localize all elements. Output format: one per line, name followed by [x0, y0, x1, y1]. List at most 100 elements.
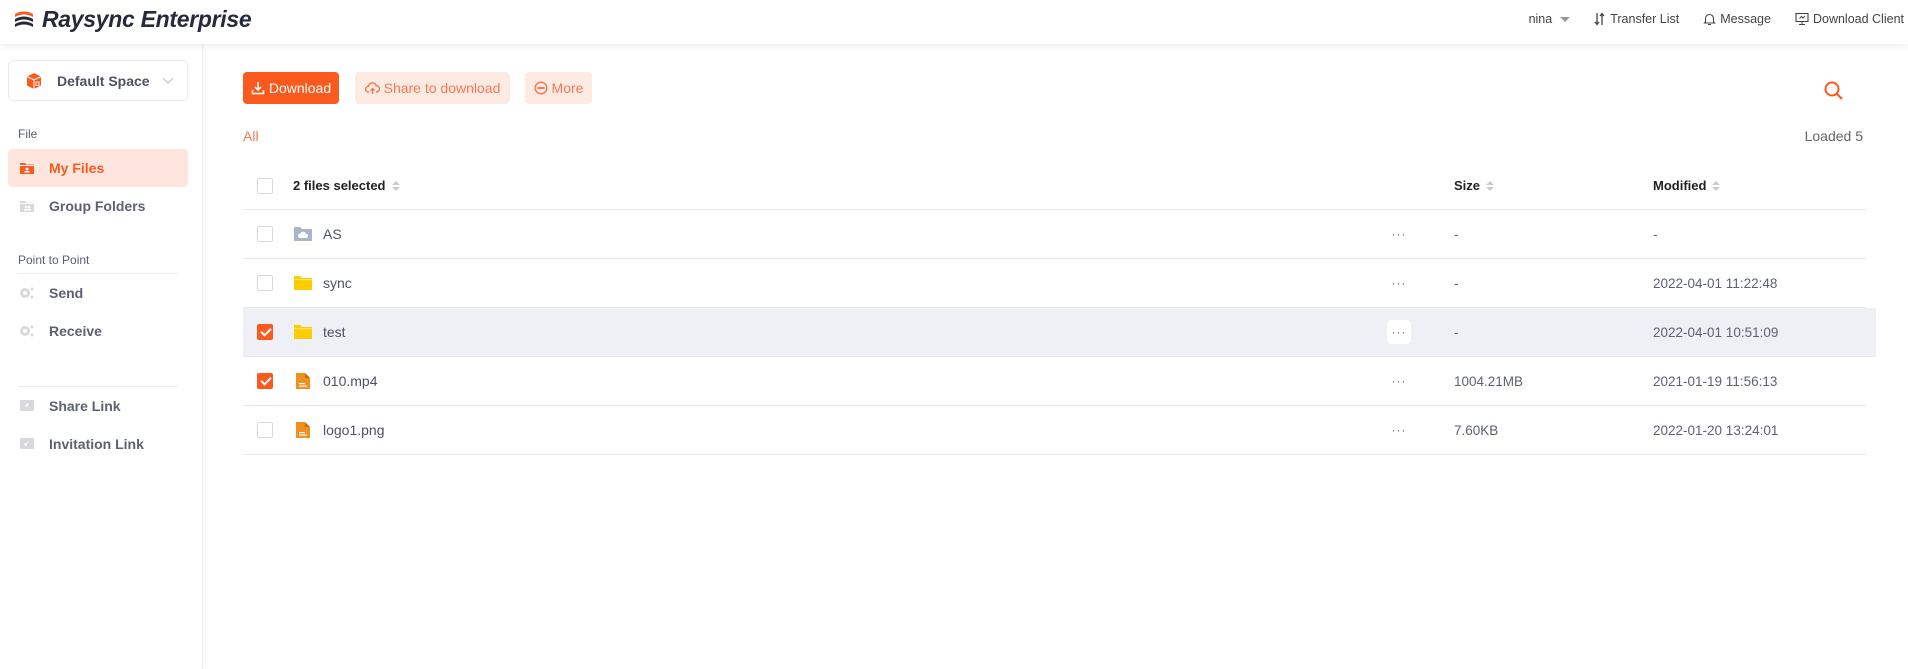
section-label-p2p: Point to Point — [18, 253, 90, 267]
group-folder-icon — [20, 201, 34, 212]
folder-icon — [294, 325, 312, 339]
sidebar-item-label: Share Link — [49, 398, 121, 414]
table-row[interactable]: 010.mp4 ··· 1004.21MB 2021-01-19 11:56:1… — [243, 357, 1866, 406]
file-modified: 2021-01-19 11:56:13 — [1653, 373, 1778, 389]
my-files-folder-icon — [20, 163, 34, 174]
sidebar-item-receive[interactable]: Receive — [8, 312, 188, 350]
file-name[interactable]: test — [293, 322, 346, 342]
sidebar-item-my-files[interactable]: My Files — [8, 149, 188, 187]
file-table: 2 files selected Size Modified AS ··· - … — [243, 162, 1876, 455]
file-name[interactable]: sync — [293, 273, 352, 293]
sidebar-item-label: Receive — [49, 323, 102, 339]
table-header: 2 files selected Size Modified — [243, 162, 1866, 210]
share-link-icon — [20, 400, 34, 411]
column-header-name[interactable]: 2 files selected — [293, 178, 400, 193]
file-name-label: test — [323, 324, 346, 340]
space-name: Default Space — [57, 72, 150, 89]
row-checkbox[interactable] — [257, 373, 273, 389]
sidebar-item-share-link[interactable]: Share Link — [8, 387, 188, 425]
more-circle-icon — [533, 81, 548, 95]
sidebar-item-label: Send — [49, 285, 84, 301]
space-selector[interactable]: Default Space — [8, 60, 188, 101]
download-client-label: Download Client — [1812, 12, 1904, 26]
row-more-button[interactable]: ··· — [1387, 320, 1411, 344]
search-button[interactable] — [1823, 80, 1845, 107]
download-client-link[interactable]: Download Client — [1795, 12, 1904, 26]
download-icon — [251, 82, 265, 95]
share-to-download-label: Share to download — [383, 80, 501, 96]
sidebar: Default Space File My Files Group Folder… — [0, 44, 203, 669]
top-header: Raysync Enterprise nina Transfer List Me… — [0, 0, 1908, 44]
sidebar-item-invitation-link[interactable]: Invitation Link — [8, 425, 188, 463]
file-name[interactable]: AS — [293, 224, 342, 244]
file-modified: 2022-04-01 11:22:48 — [1653, 275, 1778, 291]
app-title: Raysync Enterprise — [42, 6, 252, 32]
file-size: - — [1454, 226, 1459, 242]
share-to-download-button[interactable]: Share to download — [355, 72, 510, 104]
receive-icon — [20, 325, 34, 337]
file-icon — [296, 373, 310, 389]
row-checkbox[interactable] — [257, 275, 273, 291]
table-row[interactable]: test ··· - 2022-04-01 10:51:09 — [243, 308, 1876, 357]
tab-all[interactable]: All — [243, 128, 259, 144]
table-row[interactable]: AS ··· - - — [243, 210, 1866, 259]
table-row[interactable]: logo1.png ··· 7.60KB 2022-01-20 13:24:01 — [243, 406, 1866, 455]
size-header-label: Size — [1454, 178, 1481, 193]
file-size: - — [1454, 324, 1459, 340]
row-checkbox[interactable] — [257, 422, 273, 438]
user-menu[interactable]: nina — [1529, 12, 1571, 26]
row-more-button[interactable]: ··· — [1387, 222, 1411, 246]
file-name[interactable]: logo1.png — [293, 420, 385, 440]
download-button[interactable]: Download — [243, 72, 339, 104]
file-modified: 2022-01-20 13:24:01 — [1653, 422, 1779, 438]
cloud-folder-icon — [294, 227, 312, 241]
modified-header-label: Modified — [1653, 178, 1707, 193]
row-checkbox[interactable] — [257, 226, 273, 242]
row-checkbox[interactable] — [257, 324, 273, 340]
file-modified: 2022-04-01 10:51:09 — [1653, 324, 1779, 340]
sidebar-item-label: My Files — [49, 160, 105, 176]
user-name: nina — [1528, 12, 1553, 26]
more-label: More — [551, 80, 584, 96]
message-link[interactable]: Message — [1703, 12, 1771, 26]
message-label: Message — [1720, 12, 1771, 26]
file-icon — [296, 422, 310, 438]
sidebar-item-group-folders[interactable]: Group Folders — [8, 187, 188, 225]
table-row[interactable]: sync ··· - 2022-04-01 11:22:48 — [243, 259, 1866, 308]
download-label: Download — [268, 80, 332, 96]
file-modified: - — [1653, 226, 1658, 242]
raysync-logo-icon — [15, 11, 33, 27]
transfer-list-label: Transfer List — [1610, 12, 1680, 26]
cloud-upload-icon — [364, 81, 380, 94]
file-size: 1004.21MB — [1454, 373, 1524, 389]
transfer-arrows-icon — [1594, 12, 1605, 26]
select-all-checkbox[interactable] — [257, 177, 273, 194]
row-more-button[interactable]: ··· — [1387, 418, 1411, 442]
transfer-list-link[interactable]: Transfer List — [1594, 12, 1679, 26]
selection-count: 2 files selected — [293, 178, 386, 193]
folder-icon — [294, 276, 312, 290]
section-label-file: File — [18, 127, 38, 141]
row-more-button[interactable]: ··· — [1387, 369, 1411, 393]
caret-down-icon — [1560, 16, 1571, 22]
sort-icon[interactable] — [1486, 180, 1495, 191]
file-name-label: logo1.png — [323, 422, 385, 438]
app-logo[interactable]: Raysync Enterprise — [12, 6, 252, 33]
sidebar-item-send[interactable]: Send — [8, 274, 188, 312]
column-header-modified[interactable]: Modified — [1653, 178, 1721, 193]
file-name[interactable]: 010.mp4 — [293, 371, 377, 391]
invitation-link-icon — [20, 438, 34, 449]
sidebar-item-label: Group Folders — [49, 198, 146, 214]
sort-icon[interactable] — [1712, 180, 1721, 191]
sort-icon[interactable] — [391, 180, 400, 191]
monitor-icon — [1795, 12, 1809, 25]
file-name-label: sync — [323, 275, 352, 291]
file-name-label: 010.mp4 — [323, 373, 378, 389]
send-icon — [20, 287, 34, 299]
more-button[interactable]: More — [525, 72, 592, 104]
sidebar-item-label: Invitation Link — [49, 436, 144, 452]
file-size: - — [1454, 275, 1459, 291]
column-header-size[interactable]: Size — [1454, 178, 1495, 193]
row-more-button[interactable]: ··· — [1387, 271, 1411, 295]
file-size: 7.60KB — [1454, 422, 1499, 438]
